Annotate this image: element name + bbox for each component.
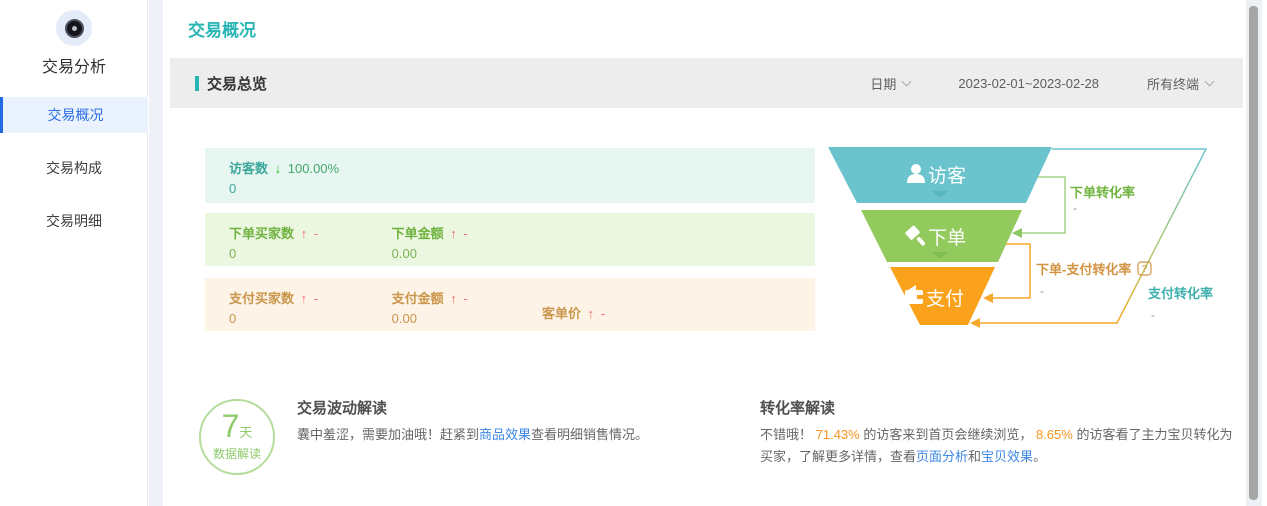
metric-value: 0.00 (392, 246, 551, 261)
funnel-stage-label: 访客 (928, 165, 966, 187)
date-dropdown[interactable]: 日期 (870, 74, 910, 93)
section-title: 交易总览 (207, 73, 267, 94)
trend-up-icon: ↑ (301, 226, 308, 241)
chevron-down-icon (902, 76, 912, 86)
trend-down-icon: ↓ (275, 161, 282, 176)
conversion-insight-text: 不错哦！ 71.43% 的访客来到首页会继续浏览， 8.65% 的访客看了主力宝… (760, 424, 1238, 468)
pct-highlight: 71.43% (816, 427, 860, 442)
conversion-insight-title: 转化率解读 (760, 397, 835, 418)
app-title: 交易分析 (0, 53, 148, 77)
text-segment: 囊中羞涩，需要加油哦！赶紧到 (297, 427, 479, 442)
metric-label: 客单价 (542, 306, 581, 321)
text-segment: 查看明细销售情况。 (531, 427, 648, 442)
transaction-analytics-screen: 交易分析 交易概况 交易构成 交易明细 交易概况 交易总览 日期 2023-02… (0, 0, 1267, 506)
sidebar: 交易分析 交易概况 交易构成 交易明细 (0, 0, 148, 506)
funnel-stage-label: 支付 (926, 288, 964, 310)
date-range-value[interactable]: 2023-02-01~2023-02-28 (958, 76, 1099, 91)
metric-value: 0.00 (392, 311, 551, 326)
funnel-stage-label: 下单 (928, 227, 966, 249)
rate-value-pay: - (1151, 308, 1155, 322)
metric-change: 100.00% (288, 161, 339, 176)
metric-change: - (314, 226, 318, 241)
metric-change: - (314, 291, 318, 306)
terminal-dropdown-label: 所有终端 (1147, 74, 1199, 93)
metric-label: 支付金额 (392, 291, 444, 306)
metric-order-amount: 下单金额 ↑ - 0.00 (392, 223, 551, 261)
text-segment: 的访客来到首页会继续浏览， (860, 427, 1036, 442)
rate-value-order: - (1073, 201, 1077, 215)
sidebar-gap (149, 0, 163, 506)
metric-label: 下单金额 (392, 226, 444, 241)
badge-caption: 数据解读 (201, 445, 273, 462)
help-icon[interactable]: ? (1138, 262, 1151, 275)
metric-label: 访客数 (229, 161, 268, 176)
pct-highlight: 8.65% (1036, 427, 1073, 442)
metric-change: - (463, 226, 467, 241)
arrow-left-icon (970, 318, 980, 328)
metric-label: 下单买家数 (229, 226, 294, 241)
text-segment: 。 (1033, 449, 1046, 464)
arrow-left-icon (1012, 228, 1022, 238)
seven-day-badge: 7天 数据解读 (199, 399, 275, 475)
sidebar-item-trade-composition[interactable]: 交易构成 (0, 150, 148, 186)
logo-disc-icon (65, 19, 84, 38)
svg-text:?: ? (1142, 264, 1148, 275)
conversion-funnel-chart: 访客 下单 支付 下单转化率 - 下单-支付转化率 ? - 支付转化率 - (820, 140, 1220, 340)
metric-row-order: 下单买家数 ↑ - 0 下单金额 ↑ - 0.00 (205, 213, 815, 266)
scrollbar-thumb[interactable] (1249, 6, 1258, 500)
item-effect-link[interactable]: 宝贝效果 (981, 449, 1033, 464)
section-title-wrap: 交易总览 (195, 73, 267, 94)
section-title-tick (195, 76, 199, 91)
badge-unit: 天 (239, 425, 252, 440)
metric-order-buyers: 下单买家数 ↑ - 0 (229, 223, 388, 261)
rate-label-order-pay: 下单-支付转化率 (1036, 262, 1131, 277)
logo-dot (72, 26, 77, 31)
trend-up-icon: ↑ (301, 291, 308, 306)
metric-pay-amount: 支付金额 ↑ - 0.00 (392, 288, 551, 326)
scrollbar-track[interactable] (1246, 0, 1262, 506)
metric-value: 0 (229, 311, 388, 326)
arrow-left-icon (983, 293, 993, 303)
product-effect-link[interactable]: 商品效果 (479, 427, 531, 442)
metric-pay-buyers: 支付买家数 ↑ - 0 (229, 288, 388, 326)
metric-row-visitor: 访客数 ↓ 100.00% 0 (205, 148, 815, 203)
metric-value: 0 (229, 246, 388, 261)
rate-label-pay: 支付转化率 (1147, 286, 1213, 301)
date-dropdown-label: 日期 (870, 74, 896, 93)
page-title: 交易概况 (188, 16, 256, 41)
metric-change: - (601, 306, 605, 321)
page-analysis-link[interactable]: 页面分析 (916, 449, 968, 464)
chevron-down-icon (1205, 76, 1215, 86)
section-header-bar: 交易总览 日期 2023-02-01~2023-02-28 所有终端 (170, 58, 1243, 108)
rate-value-order-pay: - (1040, 284, 1044, 298)
text-segment: 和 (968, 449, 981, 464)
trend-up-icon: ↑ (588, 306, 595, 321)
metric-change: - (463, 291, 467, 306)
sidebar-item-trade-overview[interactable]: 交易概况 (0, 97, 148, 133)
metric-avg-order-value: 客单价 ↑ - (542, 303, 605, 322)
metric-label: 支付买家数 (229, 291, 294, 306)
volatility-insight-text: 囊中羞涩，需要加油哦！赶紧到商品效果查看明细销售情况。 (297, 424, 757, 446)
trend-up-icon: ↑ (450, 226, 457, 241)
text-segment: 不错哦！ (760, 427, 816, 442)
sidebar-item-trade-detail[interactable]: 交易明细 (0, 203, 148, 239)
metric-value: 0 (229, 181, 388, 196)
terminal-dropdown[interactable]: 所有终端 (1147, 74, 1213, 93)
volatility-insight-title: 交易波动解读 (297, 397, 387, 418)
app-logo-icon (56, 10, 92, 46)
rate-label-order: 下单转化率 (1070, 185, 1135, 200)
trend-up-icon: ↑ (450, 291, 457, 306)
badge-number: 7天 (201, 410, 273, 442)
metric-row-payment: 支付买家数 ↑ - 0 支付金额 ↑ - 0.00 客单价 ↑ - (205, 278, 815, 331)
filters: 日期 2023-02-01~2023-02-28 所有终端 (870, 74, 1213, 93)
metric-visitor: 访客数 ↓ 100.00% 0 (229, 158, 388, 196)
